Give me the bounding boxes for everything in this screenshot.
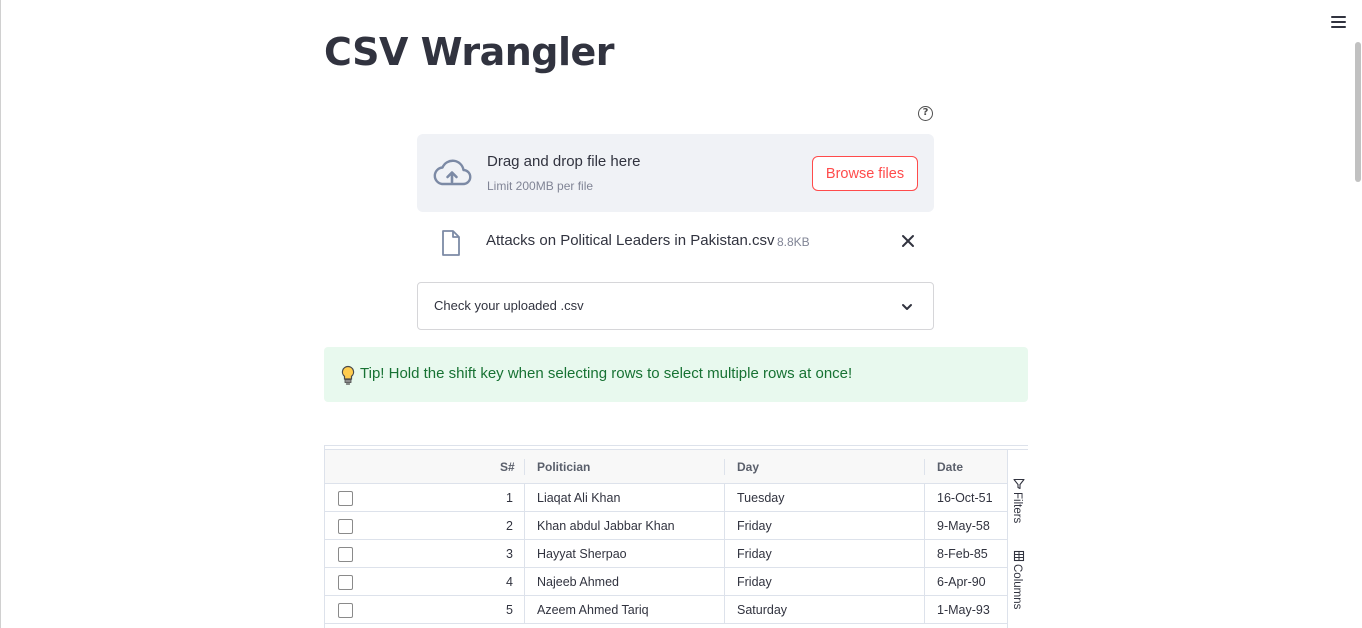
cell-sno: 2 bbox=[506, 519, 513, 533]
cell-divider bbox=[724, 568, 725, 596]
filter-icon bbox=[1013, 478, 1025, 490]
menu-line bbox=[1330, 21, 1346, 23]
column-header-date[interactable]: Date bbox=[937, 450, 963, 484]
cell-day: Saturday bbox=[737, 603, 788, 617]
cell-divider bbox=[724, 596, 725, 624]
row-checkbox[interactable] bbox=[338, 603, 353, 618]
cell-divider bbox=[924, 596, 925, 624]
chevron-down-icon bbox=[902, 304, 912, 310]
menu-line bbox=[1330, 16, 1346, 18]
column-separator[interactable] bbox=[524, 459, 525, 475]
cell-politician: Najeeb Ahmed bbox=[537, 575, 620, 589]
cell-divider bbox=[924, 512, 925, 540]
cell-divider bbox=[924, 568, 925, 596]
cell-divider bbox=[924, 484, 925, 512]
column-header-day[interactable]: Day bbox=[737, 450, 759, 484]
tip-alert: Tip! Hold the shift key when selecting r… bbox=[324, 347, 1028, 402]
window-left-border bbox=[0, 0, 1, 628]
grid-header: S# Politician Day Date bbox=[325, 450, 1007, 484]
cell-divider bbox=[724, 512, 725, 540]
cell-politician: Hayyat Sherpao bbox=[537, 547, 627, 561]
cell-divider bbox=[724, 540, 725, 568]
cloud-upload-icon bbox=[433, 159, 472, 186]
column-header-sno[interactable]: S# bbox=[500, 450, 515, 484]
row-checkbox[interactable] bbox=[338, 547, 353, 562]
cell-date: 16-Oct-51 bbox=[937, 491, 993, 505]
cell-day: Friday bbox=[737, 575, 772, 589]
cell-sno: 4 bbox=[506, 575, 513, 589]
menu-line bbox=[1330, 26, 1346, 28]
cell-politician: Khan abdul Jabbar Khan bbox=[537, 519, 675, 533]
cell-divider bbox=[524, 540, 525, 568]
close-icon[interactable] bbox=[899, 232, 917, 250]
dropzone-limit: Limit 200MB per file bbox=[487, 179, 594, 193]
row-checkbox[interactable] bbox=[338, 491, 353, 506]
cell-date: 8-Feb-85 bbox=[937, 547, 988, 561]
cell-divider bbox=[724, 484, 725, 512]
column-separator[interactable] bbox=[924, 459, 925, 475]
page-scrollbar-thumb[interactable] bbox=[1355, 42, 1361, 182]
uploaded-file: Attacks on Political Leaders in Pakistan… bbox=[417, 226, 934, 258]
file-icon bbox=[442, 230, 460, 256]
tip-text: Tip! Hold the shift key when selecting r… bbox=[360, 365, 853, 382]
columns-tab[interactable]: Columns bbox=[1008, 546, 1028, 616]
cell-day: Tuesday bbox=[737, 491, 785, 505]
table-row[interactable]: 1 Liaqat Ali Khan Tuesday 16-Oct-51 bbox=[325, 484, 1007, 512]
cell-divider bbox=[524, 568, 525, 596]
table-row[interactable]: 4 Najeeb Ahmed Friday 6-Apr-90 bbox=[325, 568, 1007, 596]
row-checkbox[interactable] bbox=[338, 519, 353, 534]
cell-divider bbox=[924, 540, 925, 568]
table-row[interactable]: 5 Azeem Ahmed Tariq Saturday 1-May-93 bbox=[325, 596, 1007, 624]
cell-day: Friday bbox=[737, 547, 772, 561]
expander-label: Check your uploaded .csv bbox=[434, 298, 584, 313]
grid-side-panel: Filters Columns bbox=[1007, 450, 1028, 628]
cell-sno: 5 bbox=[506, 603, 513, 617]
cell-sno: 1 bbox=[506, 491, 513, 505]
csv-preview-expander[interactable]: Check your uploaded .csv bbox=[417, 282, 934, 330]
column-separator[interactable] bbox=[724, 459, 725, 475]
columns-label: Columns bbox=[1011, 564, 1023, 610]
table-row[interactable]: 2 Khan abdul Jabbar Khan Friday 9-May-58 bbox=[325, 512, 1007, 540]
cell-divider bbox=[524, 512, 525, 540]
lightbulb-icon bbox=[341, 365, 355, 385]
row-checkbox[interactable] bbox=[338, 575, 353, 590]
hamburger-menu-icon[interactable] bbox=[1326, 12, 1350, 32]
page-title: CSV Wrangler bbox=[324, 30, 615, 74]
cell-date: 6-Apr-90 bbox=[937, 575, 986, 589]
data-grid: S# Politician Day Date 1 Liaqat Ali Khan… bbox=[324, 445, 1028, 628]
question-circle-icon[interactable]: ? bbox=[918, 106, 933, 121]
cell-politician: Liaqat Ali Khan bbox=[537, 491, 621, 505]
browse-files-button[interactable]: Browse files bbox=[812, 156, 918, 191]
file-name: Attacks on Political Leaders in Pakistan… bbox=[486, 232, 775, 249]
cell-politician: Azeem Ahmed Tariq bbox=[537, 603, 649, 617]
column-header-politician[interactable]: Politician bbox=[537, 450, 590, 484]
filters-label: Filters bbox=[1011, 492, 1023, 524]
cell-day: Friday bbox=[737, 519, 772, 533]
file-dropzone[interactable]: Drag and drop file here Limit 200MB per … bbox=[417, 134, 934, 212]
cell-divider bbox=[524, 484, 525, 512]
filters-tab[interactable]: Filters bbox=[1008, 474, 1028, 534]
cell-divider bbox=[524, 596, 525, 624]
cell-date: 1-May-93 bbox=[937, 603, 990, 617]
table-row[interactable]: 3 Hayyat Sherpao Friday 8-Feb-85 bbox=[325, 540, 1007, 568]
columns-icon bbox=[1013, 550, 1025, 562]
file-size: 8.8KB bbox=[777, 235, 810, 249]
dropzone-instruction: Drag and drop file here bbox=[487, 153, 641, 170]
cell-date: 9-May-58 bbox=[937, 519, 990, 533]
cell-sno: 3 bbox=[506, 547, 513, 561]
